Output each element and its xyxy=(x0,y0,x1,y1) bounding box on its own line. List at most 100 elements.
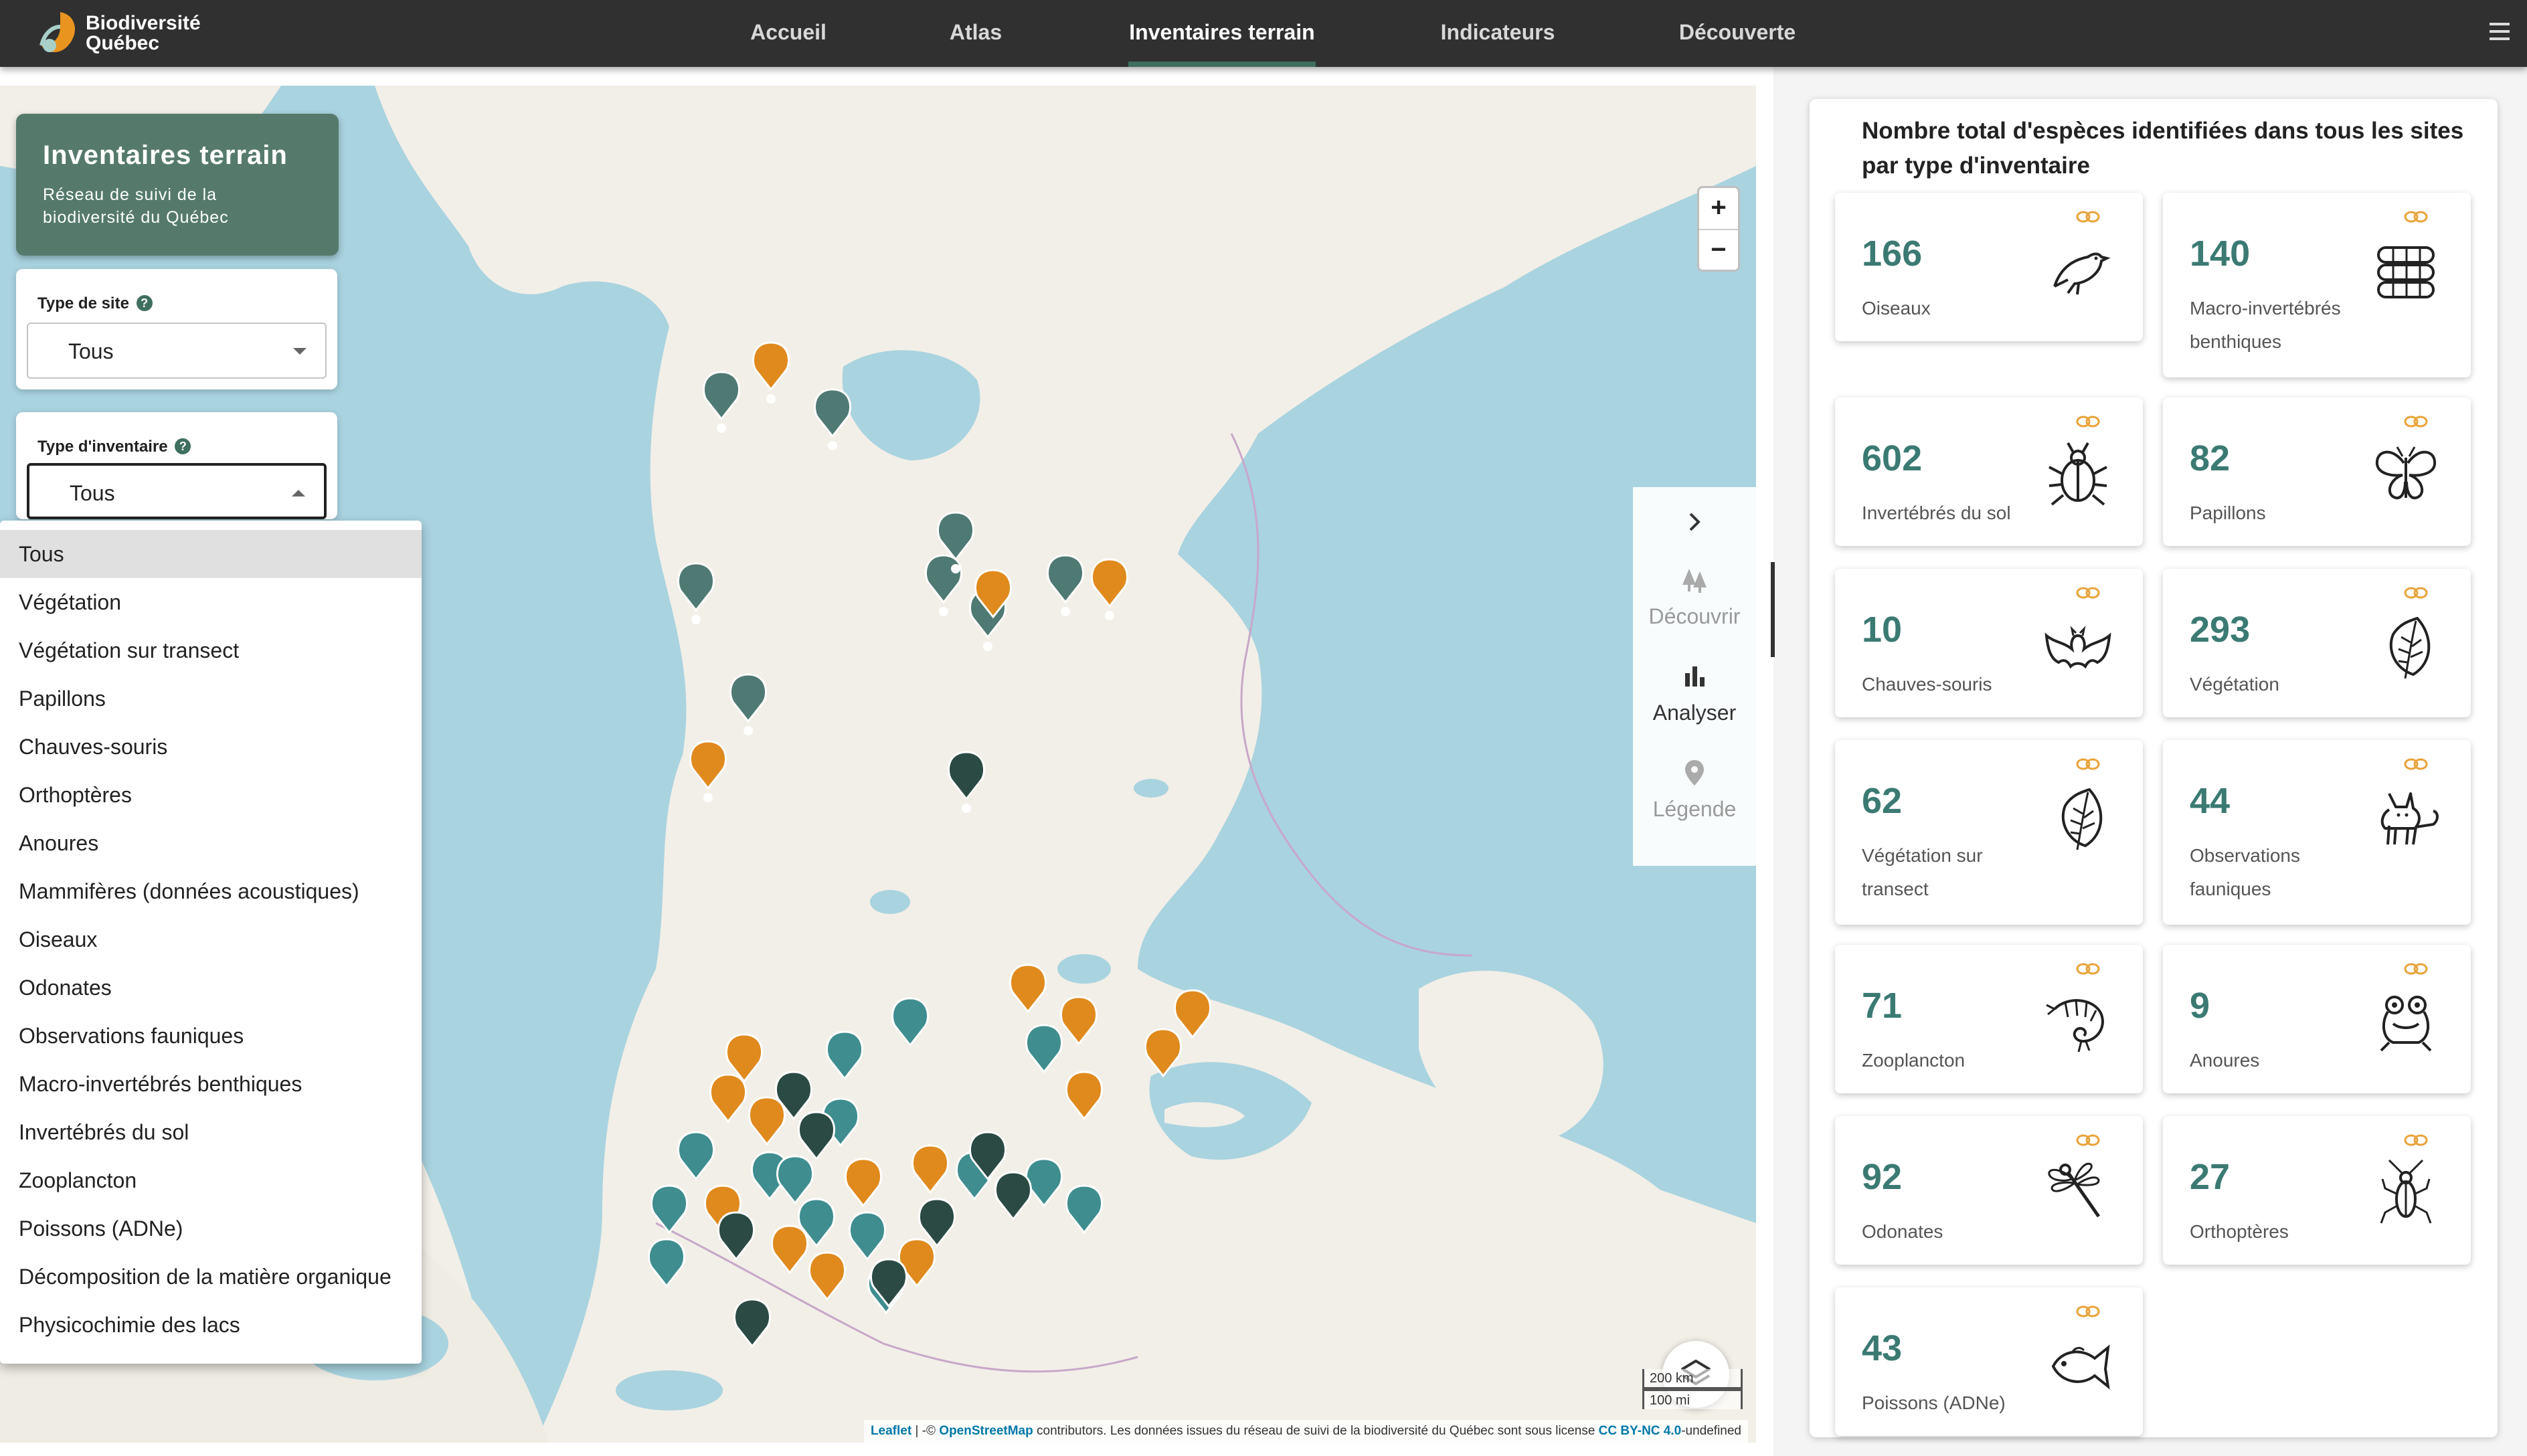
zoom-control: + − xyxy=(1697,186,1740,272)
dropdown-option[interactable]: Papillons xyxy=(0,674,422,723)
dropdown-option[interactable]: Odonates xyxy=(0,964,422,1012)
stat-card[interactable]: 92 Odonates xyxy=(1835,1116,2143,1265)
marker-dark[interactable] xyxy=(717,751,1033,1348)
site-type-select[interactable]: Tous xyxy=(27,323,327,379)
link-icon[interactable] xyxy=(2403,756,2429,772)
nav-decouverte[interactable]: Découverte xyxy=(1677,20,1798,67)
stat-card[interactable]: 71 Zooplancton xyxy=(1835,945,2143,1093)
dropdown-option[interactable]: Oiseaux xyxy=(0,915,422,964)
panel-title: Inventaires terrain xyxy=(43,141,288,170)
link-icon[interactable] xyxy=(2075,585,2101,601)
link-icon[interactable] xyxy=(2403,1132,2429,1148)
stat-card[interactable]: 166 Oiseaux xyxy=(1835,193,2143,341)
stat-card[interactable]: 27 Orthoptères xyxy=(2163,1116,2471,1265)
logo-text: Biodiversité Québec xyxy=(86,12,201,54)
chevron-up-icon xyxy=(292,490,305,496)
inventory-type-label: Type d'inventaire ? xyxy=(37,438,191,456)
link-icon[interactable] xyxy=(2075,1132,2101,1148)
link-icon[interactable] xyxy=(2075,414,2101,430)
dropdown-option[interactable]: Macro-invertébrés benthiques xyxy=(0,1060,422,1108)
stat-label: Macro-invertébrés benthiques xyxy=(2190,298,2341,352)
link-icon[interactable] xyxy=(2075,961,2101,977)
bird-icon xyxy=(2053,252,2111,295)
dropdown-option[interactable]: Orthoptères xyxy=(0,771,422,819)
dropdown-option[interactable]: Invertébrés du sol xyxy=(0,1108,422,1156)
link-icon[interactable] xyxy=(2075,756,2101,772)
leaflet-link[interactable]: Leaflet xyxy=(871,1424,911,1438)
dropdown-option[interactable]: Mammifères (données acoustiques) xyxy=(0,867,422,915)
nav-atlas[interactable]: Atlas xyxy=(946,20,1005,67)
attribution-separator: | -© xyxy=(911,1424,940,1438)
stat-card[interactable]: 293 Végétation xyxy=(2163,569,2471,717)
link-icon[interactable] xyxy=(2403,209,2429,225)
stat-card[interactable]: 43 Poissons (ADNe) xyxy=(1835,1287,2143,1436)
nav-accueil[interactable]: Accueil xyxy=(748,20,829,67)
stat-label: Invertébrés du sol xyxy=(1862,503,2011,523)
dragonfly-icon xyxy=(2048,1162,2101,1218)
stat-label: Végétation sur transect xyxy=(1862,845,1983,899)
zoom-out-button[interactable]: − xyxy=(1699,229,1738,270)
dropdown-option[interactable]: Tous xyxy=(0,530,422,578)
link-icon[interactable] xyxy=(2403,414,2429,430)
stat-card[interactable]: 44 Observations fauniques xyxy=(2163,740,2471,925)
dropdown-option[interactable]: Chauves-souris xyxy=(0,723,422,771)
stat-value: 62 xyxy=(1862,781,1903,821)
scale-km: 200 km xyxy=(1642,1369,1743,1389)
marker-vegetation[interactable] xyxy=(677,371,1085,723)
leaf-icon xyxy=(2061,788,2103,850)
stat-card[interactable]: 140 Macro-invertébrés benthiques xyxy=(2163,193,2471,377)
dropdown-option[interactable]: Observations fauniques xyxy=(0,1012,422,1060)
dropdown-option[interactable]: Physicochimie des lacs xyxy=(0,1301,422,1349)
attribution-text: contributors. Les données issues du rése… xyxy=(1033,1424,1599,1438)
nav-indicateurs[interactable]: Indicateurs xyxy=(1439,20,1557,67)
dropdown-option[interactable]: Végétation xyxy=(0,578,422,626)
stat-value: 71 xyxy=(1862,986,1903,1026)
tool-analyser[interactable]: Analyser xyxy=(1633,650,1756,737)
stat-value: 10 xyxy=(1862,610,1903,650)
stat-label: Observations fauniques xyxy=(2190,845,2300,899)
link-icon[interactable] xyxy=(2075,209,2101,225)
stat-card[interactable]: 9 Anoures xyxy=(2163,945,2471,1093)
help-icon[interactable]: ? xyxy=(175,438,191,454)
cricket-icon xyxy=(2380,1159,2432,1224)
dropdown-option[interactable]: Végétation sur transect xyxy=(0,626,422,674)
logo[interactable]: Biodiversité Québec xyxy=(37,7,211,60)
stat-card[interactable]: 82 Papillons xyxy=(2163,397,2471,546)
stat-value: 82 xyxy=(2190,438,2231,478)
osm-link[interactable]: OpenStreetMap xyxy=(939,1424,1033,1438)
license-link[interactable]: CC BY-NC 4.0 xyxy=(1599,1424,1682,1438)
fox-icon xyxy=(2380,792,2439,845)
tool-label: Découvrir xyxy=(1648,604,1741,628)
map-attribution: Leaflet | -© OpenStreetMap contributors.… xyxy=(863,1420,1748,1443)
help-icon[interactable]: ? xyxy=(136,295,153,311)
beetle-icon xyxy=(2049,442,2107,506)
stat-value: 9 xyxy=(2190,986,2210,1026)
tool-decouvrir[interactable]: Découvrir xyxy=(1633,554,1756,641)
link-icon[interactable] xyxy=(2403,585,2429,601)
zoom-in-button[interactable]: + xyxy=(1699,188,1738,229)
stat-card[interactable]: 62 Végétation sur transect xyxy=(1835,740,2143,925)
tool-legende[interactable]: Légende xyxy=(1633,747,1756,834)
chevron-right-icon[interactable] xyxy=(1680,507,1709,537)
nav-inventaires-terrain[interactable]: Inventaires terrain xyxy=(1128,20,1316,67)
dropdown-option[interactable]: Zooplancton xyxy=(0,1156,422,1204)
dropdown-option[interactable]: Anoures xyxy=(0,819,422,867)
attribution-tail: -undefined xyxy=(1681,1424,1741,1438)
stat-label: Chauves-souris xyxy=(1862,674,1992,695)
link-icon[interactable] xyxy=(2075,1303,2101,1320)
site-type-label: Type de site ? xyxy=(37,294,153,313)
dropdown-option[interactable]: Poissons (ADNe) xyxy=(0,1204,422,1253)
stat-card[interactable]: 10 Chauves-souris xyxy=(1835,569,2143,717)
dropdown-option[interactable]: Décomposition de la matière organique xyxy=(0,1253,422,1301)
panel-subtitle: Réseau de suivi de la biodiversité du Qu… xyxy=(43,185,229,227)
stat-label: Végétation xyxy=(2190,674,2279,695)
trees-icon xyxy=(1682,569,1707,593)
link-icon[interactable] xyxy=(2403,961,2429,977)
inventory-type-select[interactable]: Tous xyxy=(27,463,327,519)
stat-value: 166 xyxy=(1862,234,1923,274)
stat-card[interactable]: 602 Invertébrés du sol xyxy=(1835,397,2143,546)
location-pin-icon xyxy=(1685,760,1704,786)
tool-label: Légende xyxy=(1652,797,1737,821)
menu-icon[interactable] xyxy=(2490,23,2510,41)
inventory-type-filter: Type d'inventaire ? Tous xyxy=(16,412,337,519)
